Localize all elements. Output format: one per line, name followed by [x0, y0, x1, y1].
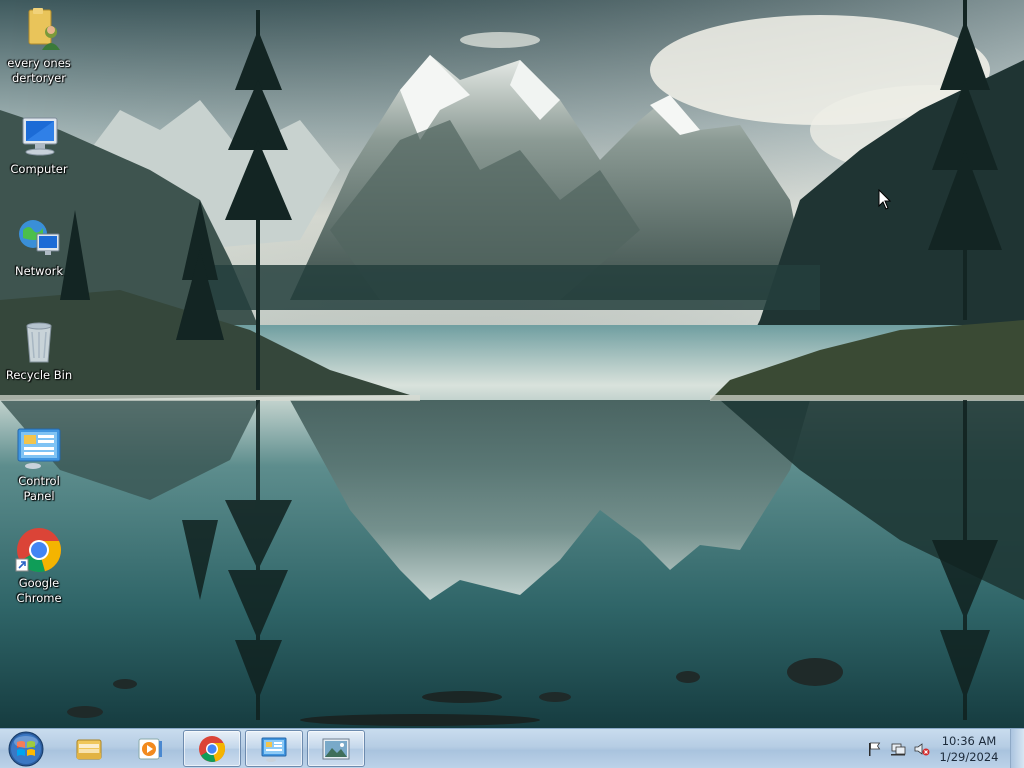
desktop-icon-network[interactable]: Network [2, 214, 76, 279]
desktop-icon-label: Google Chrome [16, 576, 62, 605]
desktop-icon-user-folder[interactable]: every ones dertoryer [2, 6, 76, 86]
media-player-icon [138, 738, 162, 759]
picture-viewer-icon [322, 738, 350, 759]
desktop-icon-label: Recycle Bin [5, 368, 73, 382]
action-center-flag-icon[interactable] [866, 741, 882, 757]
desktop-icon-control-panel[interactable]: Control Panel [2, 424, 76, 504]
desktop-icon-recycle-bin[interactable]: Recycle Bin [2, 318, 76, 383]
chrome-icon [15, 528, 62, 573]
clock-date: 1/29/2024 [939, 750, 999, 764]
system-tray: 10:36 AM 1/29/2024 [862, 729, 1010, 768]
user-folder-icon [28, 8, 60, 50]
taskbar-windows-explorer-button[interactable] [60, 730, 118, 767]
taskbar-chrome-button[interactable] [183, 730, 241, 767]
desktop-icon-label: Control Panel [18, 474, 60, 503]
desktop-icon-computer[interactable]: Computer [2, 112, 76, 177]
control-panel-icon [261, 737, 287, 762]
windows-explorer-icon [76, 739, 102, 759]
computer-icon [22, 117, 58, 156]
desktop-icon-label: Network [14, 264, 64, 278]
taskbar-clock[interactable]: 10:36 AM 1/29/2024 [930, 733, 1008, 765]
taskbar-picture-viewer-button[interactable] [307, 730, 365, 767]
network-icon [19, 220, 60, 255]
chrome-icon [199, 735, 226, 762]
taskbar: 10:36 AM 1/29/2024 [0, 728, 1024, 768]
recycle-bin-icon [26, 322, 52, 363]
network-status-icon[interactable] [890, 741, 906, 757]
volume-muted-icon[interactable] [914, 741, 930, 757]
desktop-icon-google-chrome[interactable]: Google Chrome [2, 526, 76, 606]
taskbar-control-panel-button[interactable] [245, 730, 303, 767]
clock-time: 10:36 AM [941, 734, 997, 748]
control-panel-icon [17, 428, 61, 469]
desktop-icon-label: Computer [10, 162, 68, 176]
show-desktop-button[interactable] [1010, 729, 1024, 768]
start-button[interactable] [3, 730, 49, 768]
mouse-cursor-icon [878, 189, 892, 210]
taskbar-media-player-button[interactable] [121, 730, 179, 767]
desktop-wallpaper [0, 0, 1024, 728]
desktop-icon-label: every ones dertoryer [7, 56, 71, 85]
